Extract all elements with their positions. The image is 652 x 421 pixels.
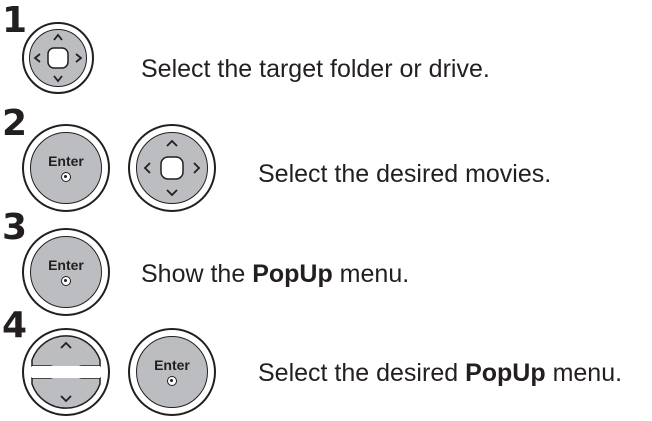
step-3-text-after: menu. xyxy=(332,260,410,288)
enter-button-step-3[interactable]: Enter xyxy=(22,228,110,316)
up-down-icon xyxy=(31,335,101,409)
navigation-dpad-button[interactable] xyxy=(128,124,216,212)
enter-dot-icon xyxy=(167,376,177,386)
enter-button-step-2[interactable]: Enter xyxy=(22,124,110,212)
step-3-instruction: Show the PopUp menu. xyxy=(141,259,409,289)
dpad-icon xyxy=(143,139,201,197)
step-1-instruction: Select the target folder or drive. xyxy=(141,55,490,83)
enter-button-face: Enter xyxy=(30,132,102,204)
enter-button-face: Enter xyxy=(30,236,102,308)
step-4-text-before: Select the desired xyxy=(258,359,466,387)
step-3-text-bold: PopUp xyxy=(252,260,333,288)
enter-label: Enter xyxy=(48,153,84,169)
dpad-icon xyxy=(33,33,83,83)
navigation-dpad-button[interactable] xyxy=(22,22,94,94)
enter-dot-icon xyxy=(61,172,71,182)
up-down-keys-button[interactable] xyxy=(22,328,110,416)
step-4-text-after: menu. xyxy=(545,359,623,387)
step-4-instruction: Select the desired PopUp menu. xyxy=(258,358,622,388)
enter-button-face: Enter xyxy=(136,336,208,408)
step-3-text-before: Show the xyxy=(141,260,253,288)
enter-dot-icon xyxy=(61,276,71,286)
step-number-2: 2 xyxy=(2,103,28,144)
step-4-text-bold: PopUp xyxy=(465,359,546,387)
step-2-instruction: Select the desired movies. xyxy=(258,160,552,188)
enter-button-step-4[interactable]: Enter xyxy=(128,328,216,416)
enter-label: Enter xyxy=(48,257,84,273)
enter-label: Enter xyxy=(154,357,190,373)
step-number-3: 3 xyxy=(2,207,28,248)
